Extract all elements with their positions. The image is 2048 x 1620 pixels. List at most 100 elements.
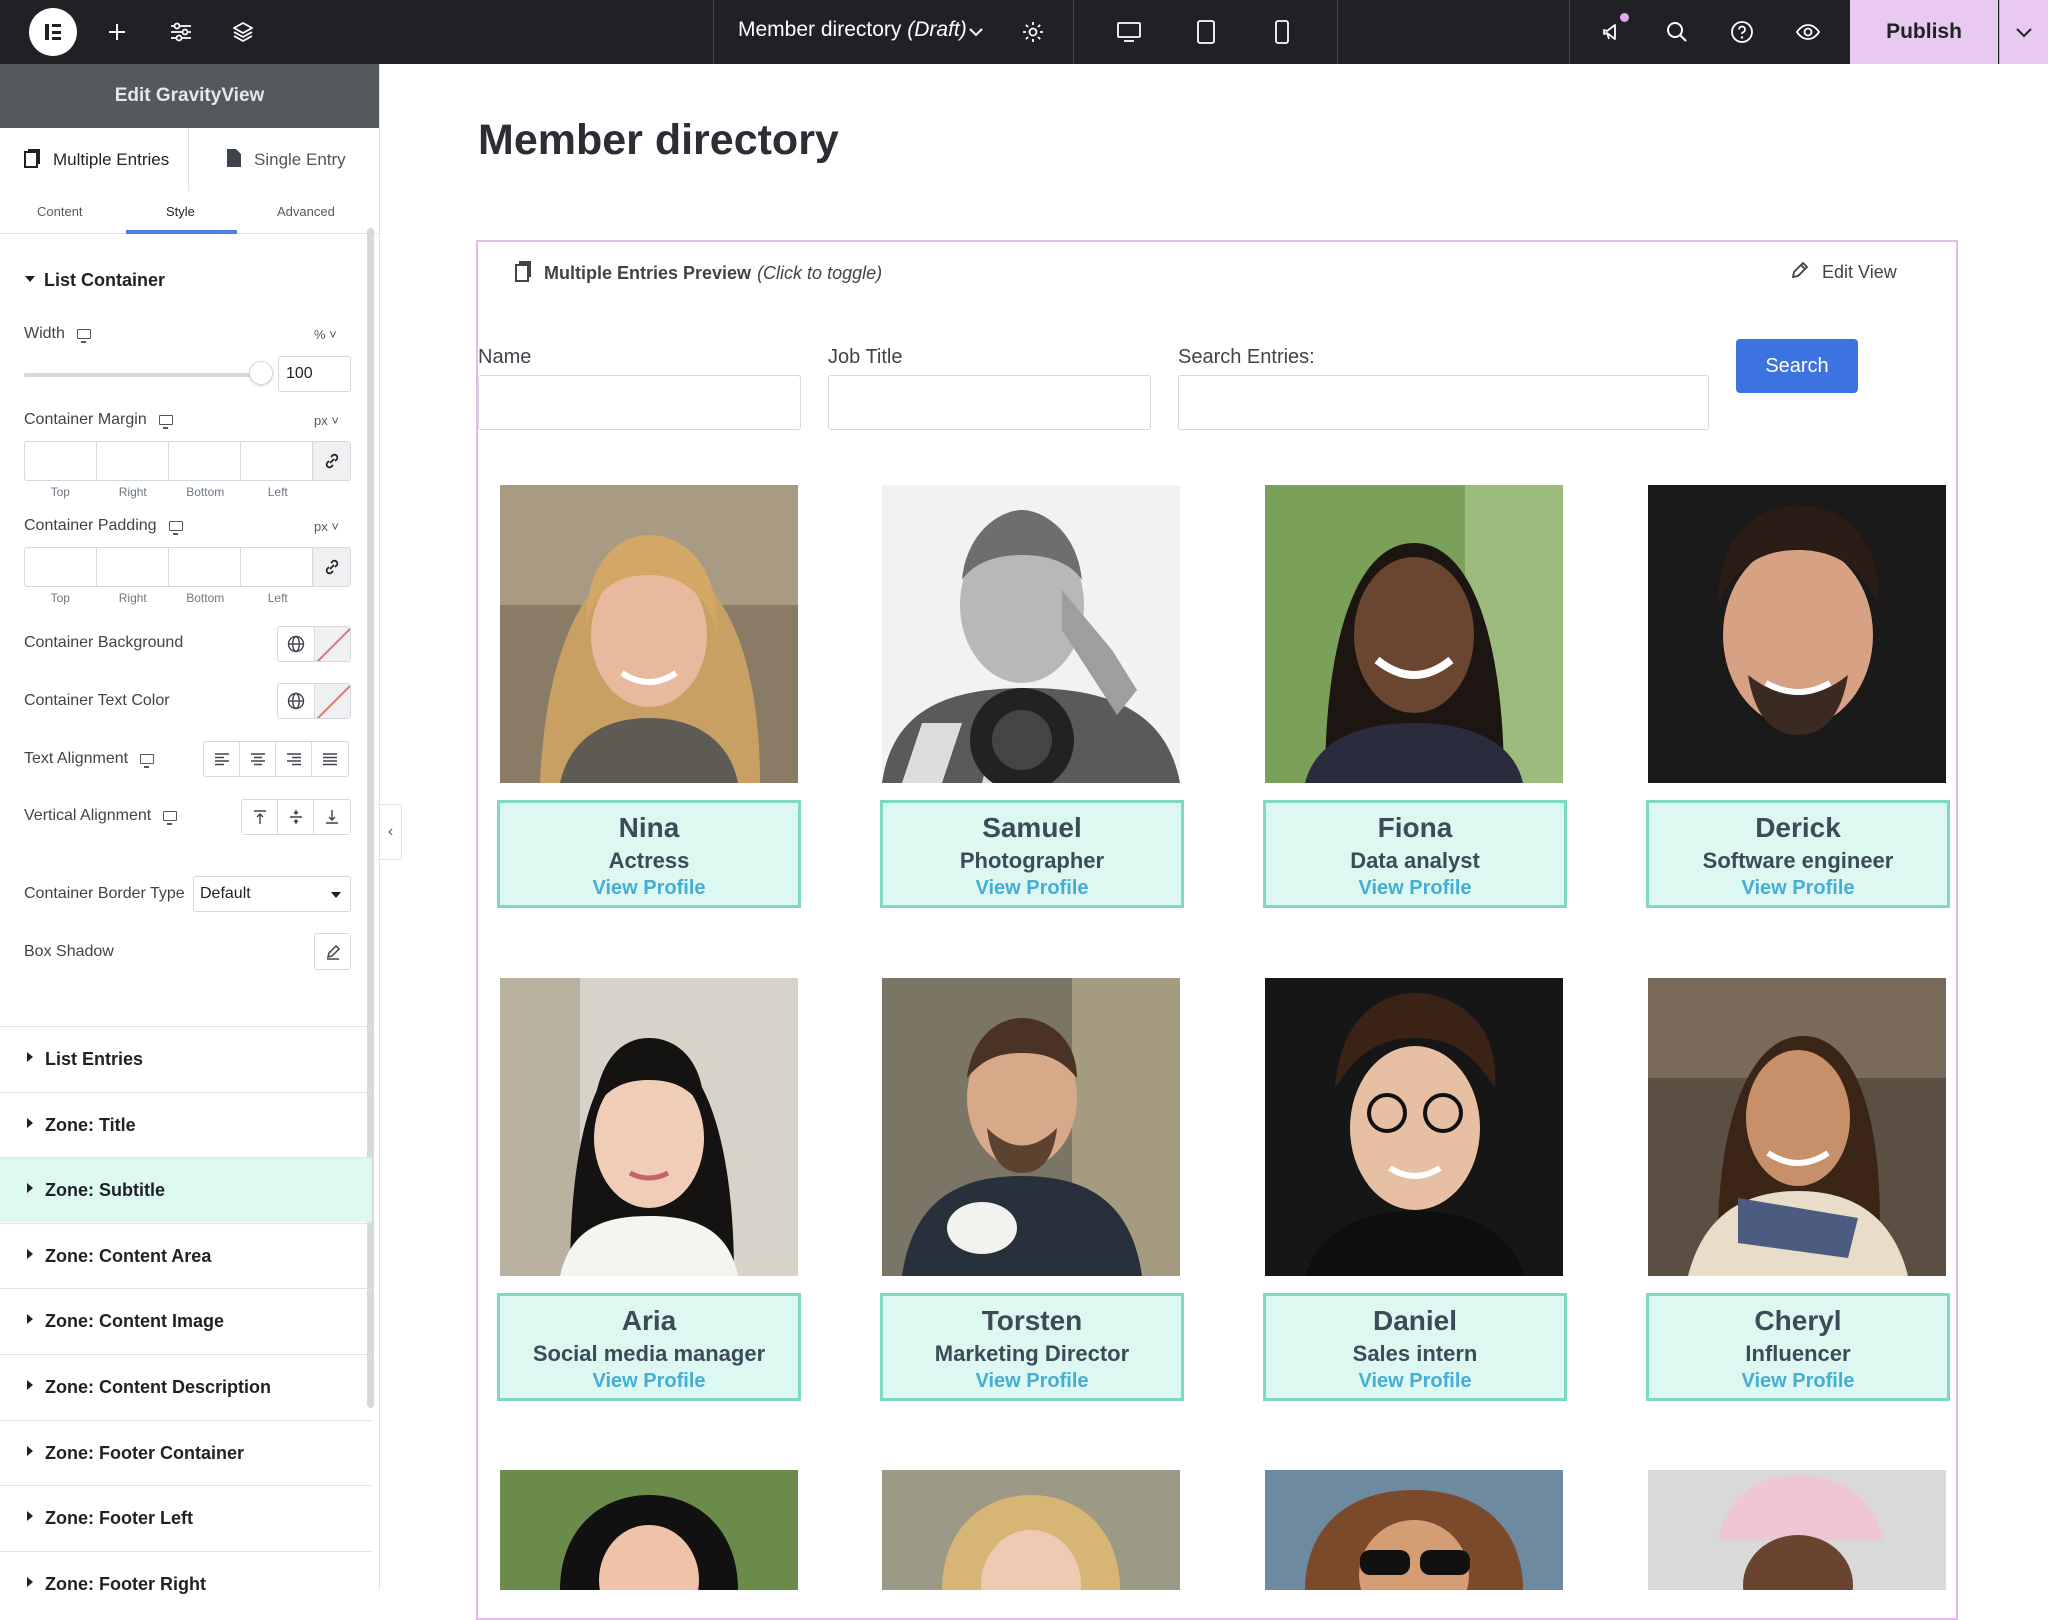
view-profile-link[interactable]: View Profile	[1649, 875, 1947, 901]
padding-top-input[interactable]	[25, 548, 97, 586]
member-photo	[500, 1470, 798, 1590]
view-profile-link[interactable]: View Profile	[1266, 875, 1564, 901]
responsive-monitor-icon[interactable]	[163, 811, 178, 825]
align-middle-icon[interactable]	[278, 800, 314, 834]
collapse-panel-chevron-icon[interactable]: ‹	[380, 804, 402, 860]
responsive-monitor-icon[interactable]	[76, 329, 91, 343]
name-search-input[interactable]	[478, 375, 801, 430]
member-name: Fiona	[1377, 812, 1453, 843]
dim-label-top: Top	[50, 591, 70, 605]
edit-view-link[interactable]: Edit View	[1790, 260, 1897, 285]
margin-unit-select[interactable]: px ˅	[314, 413, 339, 428]
tab-style[interactable]: Style	[166, 204, 195, 219]
width-slider-handle[interactable]	[249, 361, 273, 385]
member-job: Data analyst	[1350, 848, 1480, 873]
text-color-picker[interactable]	[277, 683, 351, 719]
color-swatch-none[interactable]	[314, 627, 350, 661]
preview-toggle[interactable]: Multiple Entries Preview (Click to toggl…	[515, 260, 882, 287]
global-colors-icon[interactable]	[278, 627, 315, 661]
member-name: Samuel	[982, 812, 1082, 843]
site-settings-icon[interactable]	[165, 16, 197, 48]
divider	[1073, 0, 1074, 64]
add-element-icon[interactable]	[101, 16, 133, 48]
global-colors-icon[interactable]	[278, 684, 315, 718]
align-left-icon[interactable]	[204, 742, 240, 776]
link-values-icon[interactable]	[313, 548, 350, 586]
member-job: Actress	[608, 848, 690, 873]
publish-button[interactable]: Publish	[1850, 0, 1998, 64]
margin-dim-labels: Top Right Bottom Left	[24, 485, 314, 499]
section-zone-content-description[interactable]: Zone: Content Description	[0, 1354, 372, 1419]
multiple-entries-icon	[515, 260, 532, 287]
padding-unit-select[interactable]: px ˅	[314, 519, 339, 534]
section-zone-content-area[interactable]: Zone: Content Area	[0, 1223, 372, 1288]
view-profile-link[interactable]: View Profile	[500, 1368, 798, 1394]
width-slider-track[interactable]	[24, 373, 261, 377]
responsive-monitor-icon[interactable]	[168, 521, 183, 535]
help-icon[interactable]	[1726, 16, 1758, 48]
preview-eye-icon[interactable]	[1792, 16, 1824, 48]
tab-content[interactable]: Content	[37, 204, 83, 219]
member-job: Social media manager	[532, 1341, 766, 1366]
section-zone-footer-right[interactable]: Zone: Footer Right	[0, 1551, 372, 1616]
section-zone-footer-container[interactable]: Zone: Footer Container	[0, 1420, 372, 1485]
section-list-entries[interactable]: List Entries	[0, 1026, 372, 1091]
chevron-down-icon[interactable]	[960, 16, 992, 48]
search-entries-input[interactable]	[1178, 375, 1709, 430]
view-profile-link[interactable]: View Profile	[1649, 1368, 1947, 1394]
align-top-icon[interactable]	[242, 800, 278, 834]
view-profile-link[interactable]: View Profile	[883, 875, 1181, 901]
border-type-select[interactable]: Default	[193, 876, 351, 912]
preview-label: Multiple Entries Preview	[544, 263, 752, 283]
view-profile-link[interactable]: View Profile	[1266, 1368, 1564, 1394]
search-icon[interactable]	[1661, 16, 1693, 48]
link-values-icon[interactable]	[313, 442, 350, 480]
elementor-logo-icon[interactable]	[29, 8, 77, 56]
background-color-picker[interactable]	[277, 626, 351, 662]
padding-bottom-input[interactable]	[169, 548, 241, 586]
zone-label: Zone: Content Description	[45, 1376, 271, 1397]
align-right-icon[interactable]	[276, 742, 312, 776]
section-list-container[interactable]: List Container	[25, 270, 165, 291]
unit-label: px	[314, 519, 328, 534]
margin-top-input[interactable]	[25, 442, 97, 480]
gravityview-widget[interactable]	[476, 240, 1958, 1620]
margin-right-input[interactable]	[97, 442, 169, 480]
width-input[interactable]: 100	[278, 356, 351, 392]
search-button[interactable]: Search	[1736, 339, 1858, 393]
tab-advanced[interactable]: Advanced	[277, 204, 335, 219]
zone-label: Zone: Content Image	[45, 1310, 224, 1331]
name-field-label: Name	[478, 346, 532, 368]
width-unit-select[interactable]: % ˅	[314, 327, 337, 342]
dim-label-left: Left	[267, 591, 288, 605]
job-title-search-input[interactable]	[828, 375, 1151, 430]
view-profile-link[interactable]: View Profile	[883, 1368, 1181, 1394]
align-justify-icon[interactable]	[312, 742, 348, 776]
edit-pencil-icon[interactable]	[314, 933, 351, 970]
mobile-view-icon[interactable]	[1266, 16, 1298, 48]
padding-left-input[interactable]	[241, 548, 313, 586]
page-settings-gear-icon[interactable]	[1017, 16, 1049, 48]
tab-single-entry[interactable]: Single Entry	[190, 128, 379, 192]
section-zone-subtitle[interactable]: Zone: Subtitle	[0, 1157, 372, 1222]
margin-left-input[interactable]	[241, 442, 313, 480]
align-center-icon[interactable]	[240, 742, 276, 776]
view-profile-link[interactable]: View Profile	[500, 875, 798, 901]
responsive-monitor-icon[interactable]	[158, 415, 173, 429]
margin-bottom-input[interactable]	[169, 442, 241, 480]
responsive-monitor-icon[interactable]	[140, 754, 155, 768]
desktop-view-icon[interactable]	[1113, 16, 1145, 48]
layers-icon[interactable]	[227, 16, 259, 48]
tab-multiple-entries[interactable]: Multiple Entries	[0, 128, 189, 192]
color-swatch-none[interactable]	[314, 684, 350, 718]
section-zone-content-image[interactable]: Zone: Content Image	[0, 1288, 372, 1353]
section-zone-footer-left[interactable]: Zone: Footer Left	[0, 1485, 372, 1550]
dim-label-right: Right	[118, 591, 147, 605]
tablet-view-icon[interactable]	[1190, 16, 1222, 48]
page-title-dropdown[interactable]: Member directory (Draft)	[738, 18, 967, 42]
align-bottom-icon[interactable]	[314, 800, 350, 834]
section-zone-title[interactable]: Zone: Title	[0, 1092, 372, 1157]
member-photo	[882, 1470, 1180, 1590]
padding-right-input[interactable]	[97, 548, 169, 586]
publish-options-chevron-icon[interactable]	[1999, 0, 2048, 64]
